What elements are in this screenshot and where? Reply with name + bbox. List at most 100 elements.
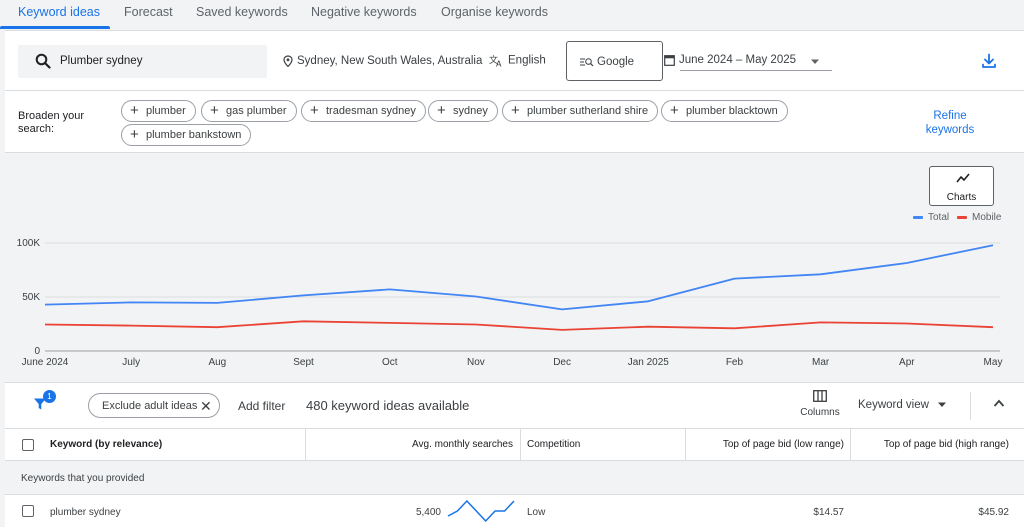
y-tick-label: 50K	[22, 292, 40, 303]
language-selector[interactable]: 文 A English	[489, 54, 546, 69]
header-competition[interactable]: Competition	[527, 439, 580, 450]
refine-keywords-button[interactable]: Refine keywords	[920, 109, 980, 137]
keyword-search-input[interactable]: Plumber sydney	[18, 45, 267, 78]
search-panel: Plumber sydney Sydney, New South Wales, …	[5, 30, 1024, 153]
engine-text: Google	[597, 56, 635, 68]
y-tick-label: 100K	[17, 238, 41, 249]
columns-button[interactable]: Columns	[795, 390, 845, 418]
tab-negative-keywords[interactable]: Negative keywords	[311, 5, 417, 19]
plus-icon: +	[130, 126, 139, 143]
plus-icon: +	[670, 102, 679, 119]
filter-bar: 1 Exclude adult ideas ✕ Add filter 480 k…	[5, 382, 1024, 428]
location-text: Sydney, New South Wales, Australia	[297, 55, 483, 68]
table-group-header: Keywords that you provided	[5, 461, 1024, 495]
table-header-row: Keyword (by relevance) Avg. monthly sear…	[5, 428, 1024, 462]
broaden-chip-plumber-sutherland-shire[interactable]: + plumber sutherland shire	[502, 100, 659, 122]
header-keyword[interactable]: Keyword (by relevance)	[50, 439, 162, 450]
legend-swatch	[913, 215, 923, 219]
legend-label: Total	[928, 212, 950, 223]
x-tick-label: May	[984, 357, 1003, 368]
trend-sparkline	[447, 500, 515, 522]
search-network-selector[interactable]: Google	[566, 41, 663, 81]
group-label: Keywords that you provided	[21, 473, 145, 484]
header-bid-low[interactable]: Top of page bid (low range)	[686, 439, 844, 450]
x-tick-label: Aug	[208, 357, 226, 368]
x-tick-label: June 2024	[22, 357, 69, 368]
download-button[interactable]	[981, 53, 997, 72]
legend-mobile: Mobile	[957, 212, 1001, 223]
tab-organise-keywords[interactable]: Organise keywords	[441, 5, 548, 19]
broaden-chip-plumber[interactable]: + plumber	[121, 100, 196, 122]
plus-icon: +	[310, 102, 319, 119]
plus-icon: +	[511, 102, 520, 119]
y-tick-label: 0	[34, 346, 40, 357]
location-selector[interactable]: Sydney, New South Wales, Australia	[283, 55, 483, 68]
header-avg-monthly-searches[interactable]: Avg. monthly searches	[305, 439, 513, 450]
search-icon	[35, 53, 51, 69]
exclude-adult-ideas-chip[interactable]: Exclude adult ideas ✕	[88, 393, 220, 418]
legend-swatch	[957, 215, 967, 219]
chip-label: plumber	[146, 105, 186, 117]
x-tick-label: Sept	[293, 357, 314, 368]
search-settings-row: Plumber sydney Sydney, New South Wales, …	[5, 31, 1024, 91]
select-all-checkbox[interactable]	[22, 439, 34, 451]
series-line-total	[44, 244, 994, 311]
x-tick-label: Feb	[726, 357, 744, 368]
divider	[970, 392, 971, 420]
charts-button[interactable]: Charts	[929, 166, 994, 206]
add-filter-button[interactable]: Add filter	[238, 399, 285, 413]
legend-total: Total	[913, 212, 949, 223]
sparkline-path	[447, 500, 515, 522]
broaden-chip-plumber-bankstown[interactable]: + plumber bankstown	[121, 124, 252, 146]
columns-icon	[813, 390, 827, 402]
searches-cell: 5,400	[415, 507, 441, 518]
chip-label: gas plumber	[226, 105, 287, 117]
chevron-up-icon[interactable]	[993, 399, 1005, 407]
column-divider	[685, 429, 686, 462]
plus-icon: +	[437, 102, 446, 119]
tab-bar: Keyword ideas Forecast Saved keywords Ne…	[0, 0, 1024, 30]
keyword-view-dropdown[interactable]: Keyword view	[858, 399, 947, 411]
keyword-cell: plumber sydney	[50, 507, 121, 518]
bid-low-cell: $14.57	[813, 507, 844, 518]
column-divider	[305, 429, 306, 462]
location-pin-icon	[283, 55, 293, 68]
date-range-text: June 2024 – May 2025	[679, 54, 797, 67]
column-divider	[520, 429, 521, 462]
keyword-view-label: Keyword view	[858, 399, 929, 411]
broaden-chip-gas-plumber[interactable]: + gas plumber	[201, 100, 297, 122]
filter-count-badge: 1	[43, 390, 56, 403]
x-tick-label: Apr	[899, 357, 915, 368]
row-checkbox[interactable]	[22, 505, 34, 517]
chip-label: plumber sutherland shire	[527, 105, 649, 117]
search-query-text: Plumber sydney	[60, 55, 143, 67]
chevron-down-icon	[811, 59, 819, 64]
tab-forecast[interactable]: Forecast	[124, 5, 173, 19]
plus-icon: +	[130, 102, 139, 119]
x-tick-label: Jan 2025	[628, 357, 670, 368]
broaden-chip-sydney[interactable]: + sydney	[428, 100, 498, 122]
close-icon[interactable]: ✕	[200, 398, 212, 415]
competition-cell: Low	[527, 507, 546, 518]
search-network-icon	[580, 58, 594, 67]
x-tick-label: Mar	[812, 357, 830, 368]
x-tick-label: Oct	[382, 357, 398, 368]
ideas-count-text: 480 keyword ideas available	[306, 398, 470, 413]
table-row[interactable]: plumber sydney 5,400 Low $14.57 $45.92	[5, 495, 1024, 527]
broaden-chip-plumber-blacktown[interactable]: + plumber blacktown	[661, 100, 788, 122]
tab-saved-keywords[interactable]: Saved keywords	[196, 5, 288, 19]
column-divider	[850, 429, 851, 462]
chevron-down-icon	[938, 402, 947, 407]
tab-keyword-ideas[interactable]: Keyword ideas	[18, 5, 100, 19]
header-bid-high[interactable]: Top of page bid (high range)	[851, 439, 1009, 450]
date-range-underline	[680, 70, 832, 71]
date-range-selector[interactable]: June 2024 – May 2025	[664, 54, 832, 71]
keyword-table: Keyword (by relevance) Avg. monthly sear…	[5, 428, 1024, 527]
download-icon	[982, 53, 996, 68]
x-tick-label: Nov	[467, 357, 485, 368]
charts-button-label: Charts	[946, 192, 977, 203]
broaden-chip-tradesman-sydney[interactable]: + tradesman sydney	[301, 100, 426, 122]
plus-icon: +	[210, 102, 219, 119]
legend-label: Mobile	[972, 212, 1002, 223]
series-line-mobile	[44, 320, 994, 331]
